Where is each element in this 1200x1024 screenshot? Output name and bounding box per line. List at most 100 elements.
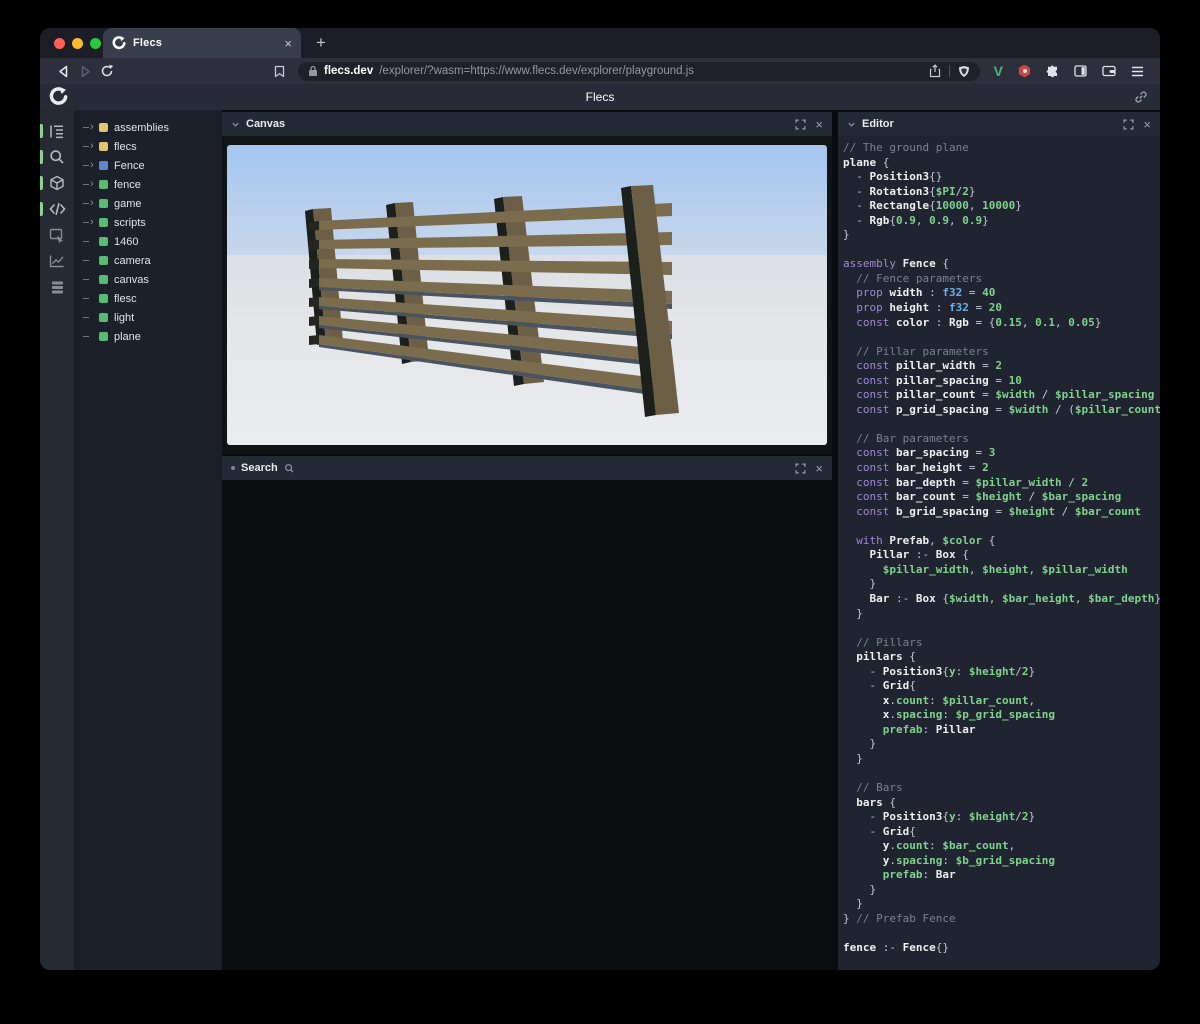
tree-item-camera[interactable]: ›camera [74,251,222,270]
strip-inspector-button[interactable] [40,222,74,248]
entity-color-square [99,142,108,151]
close-panel-icon[interactable]: × [1143,118,1151,131]
code-line [843,927,1160,942]
window-controls [40,28,101,58]
search-panel: Search × [222,456,832,970]
editor-panel-header[interactable]: Editor × [838,112,1160,136]
editor-panel-title: Editor [862,118,894,130]
entity-color-square [99,218,108,227]
collapsed-chevron-icon[interactable] [231,466,235,470]
expand-chevron-icon[interactable]: › [90,122,97,133]
vue-devtools-icon[interactable]: V [994,63,1003,79]
sidebar-toggle-icon[interactable] [1074,65,1087,77]
main-content: › assemblies ›flecs›Fence›fence›game›scrip… [40,110,1160,970]
new-tab-button[interactable]: + [301,28,326,58]
lock-icon [308,65,318,77]
expand-chevron-icon[interactable]: › [90,179,97,190]
expand-chevron-icon[interactable]: › [90,198,97,209]
code-line: } [843,883,1160,898]
share-icon[interactable] [929,64,941,78]
entity-label: assemblies [114,122,169,134]
canvas-panel-body [222,136,832,454]
fullscreen-icon[interactable] [1123,119,1134,130]
code-line: } [843,897,1160,912]
strip-canvas-3d-button[interactable] [40,170,74,196]
strip-data-tables-button[interactable] [40,274,74,300]
close-panel-icon[interactable]: × [815,118,823,131]
tree-connector [83,298,89,299]
tree-item-scripts[interactable]: ›scripts [74,213,222,232]
zoom-window-button[interactable] [90,38,101,49]
canvas-panel-header[interactable]: Canvas × [222,112,832,136]
entity-label: light [114,312,134,324]
tree-item-fence[interactable]: ›fence [74,175,222,194]
tree-item-flecs[interactable]: ›flecs [74,137,222,156]
code-line: y.count: $bar_count, [843,839,1160,854]
entity-label: plane [114,331,141,343]
share-link-icon[interactable] [1134,90,1148,104]
entity-color-square [99,199,108,208]
code-line: // Pillars [843,636,1160,651]
tree-item-1460[interactable]: ›1460 [74,232,222,251]
wallet-icon[interactable] [1102,65,1116,77]
code-line: } [843,737,1160,752]
browser-tab[interactable]: Flecs × [103,28,301,58]
strip-stats-chart-button[interactable] [40,248,74,274]
fullscreen-icon[interactable] [795,463,806,474]
extension-red-icon[interactable] [1018,65,1031,78]
entity-color-square [99,180,108,189]
code-line: prop width : f32 = 40 [843,286,1160,301]
forward-button[interactable] [74,60,96,82]
url-bar[interactable]: flecs.dev /explorer/?wasm=https://www.fl… [298,62,980,81]
menu-icon[interactable] [1131,66,1144,77]
minimize-window-button[interactable] [72,38,83,49]
expand-chevron-icon[interactable]: › [90,141,97,152]
code-line: const pillar_width = 2 [843,359,1160,374]
chevron-down-icon[interactable] [847,120,856,129]
strip-script-editor-button[interactable] [40,196,74,222]
entity-color-square [99,275,108,284]
tree-item-assemblies[interactable]: › assemblies [74,118,222,137]
brave-shield-icon[interactable] [958,65,970,78]
flecs-favicon-icon [112,36,126,50]
code-line: - Rotation3{$PI/2} [843,185,1160,200]
fence-3d-render[interactable] [227,145,827,445]
flecs-logo-icon[interactable] [49,87,68,106]
back-button[interactable] [52,60,74,82]
close-window-button[interactable] [54,38,65,49]
flecs-script-code[interactable]: // The ground planeplane { - Position3{}… [843,141,1160,956]
entity-tree: › assemblies ›flecs›Fence›fence›game›scrip… [74,110,222,970]
tree-item-light[interactable]: ›light [74,308,222,327]
script-editor-icon [49,202,66,216]
strip-entity-tree-button[interactable] [40,118,74,144]
code-line: - Rectangle{10000, 10000} [843,199,1160,214]
entity-label: flesc [114,293,137,305]
bookmark-icon[interactable] [268,60,290,82]
tree-item-flesc[interactable]: ›flesc [74,289,222,308]
entity-tree-icon [49,124,65,139]
code-line: } [843,228,1160,243]
code-line: // Bar parameters [843,432,1160,447]
expand-chevron-icon[interactable]: › [90,160,97,171]
fullscreen-icon[interactable] [795,119,806,130]
tree-item-plane[interactable]: ›plane [74,327,222,346]
search-panel-header[interactable]: Search × [222,456,832,480]
tree-item-Fence[interactable]: ›Fence [74,156,222,175]
code-line: prefab: Pillar [843,723,1160,738]
tree-item-canvas[interactable]: ›canvas [74,270,222,289]
chevron-down-icon[interactable] [231,120,240,129]
code-line: const color : Rgb = {0.15, 0.1, 0.05} [843,316,1160,331]
code-line: prop height : f32 = 20 [843,301,1160,316]
tab-close-icon[interactable]: × [284,37,292,50]
extensions-puzzle-icon[interactable] [1046,65,1059,78]
desktop-background: Flecs × + flecs.dev [0,0,1200,1024]
strip-query-search-button[interactable] [40,144,74,170]
tree-item-game[interactable]: ›game [74,194,222,213]
code-line: const bar_depth = $pillar_width / 2 [843,476,1160,491]
code-line: $pillar_width, $height, $pillar_width [843,563,1160,578]
reload-button[interactable] [96,60,118,82]
expand-chevron-icon[interactable]: › [90,217,97,228]
code-editor[interactable]: // The ground planeplane { - Position3{}… [838,136,1160,970]
close-panel-icon[interactable]: × [815,462,823,475]
search-panel-body[interactable] [222,480,832,970]
